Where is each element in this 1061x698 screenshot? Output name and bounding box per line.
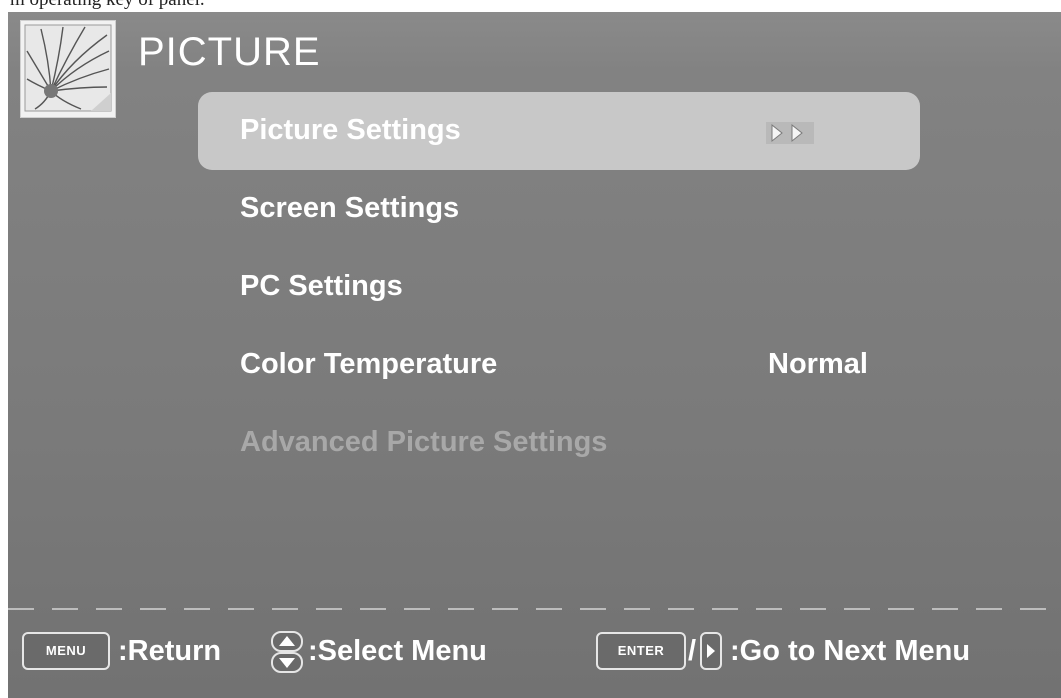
menu-item-screen-settings[interactable]: Screen Settings bbox=[198, 170, 920, 248]
select-menu-hint: :Select Menu bbox=[308, 635, 487, 667]
arrow-right-key-icon bbox=[700, 632, 722, 670]
flower-logo-icon bbox=[20, 20, 116, 118]
menu-item-label: Picture Settings bbox=[240, 114, 461, 146]
menu-item-picture-settings[interactable]: Picture Settings bbox=[198, 92, 920, 170]
next-menu-hint: :Go to Next Menu bbox=[730, 635, 971, 667]
tv-menu-screen: PICTURE Picture Settings Screen Settings… bbox=[8, 12, 1061, 698]
enter-key-badge: ENTER bbox=[596, 632, 686, 670]
menu-item-label: PC Settings bbox=[240, 270, 403, 302]
key-separator: / bbox=[688, 635, 697, 667]
menu-item-pc-settings[interactable]: PC Settings bbox=[198, 248, 920, 326]
help-bar: MENU :Return :Select Menu ENTER / :Go to… bbox=[8, 626, 1061, 682]
menu-item-label: Color Temperature bbox=[240, 348, 498, 380]
caption-strip: m operating key of panel. bbox=[0, 0, 1061, 12]
menu-list: Picture Settings Screen Settings PC Sett… bbox=[198, 92, 920, 482]
menu-item-color-temperature[interactable]: Color Temperature Normal bbox=[198, 326, 920, 404]
color-temperature-value: Normal bbox=[768, 348, 868, 380]
menu-item-label: Screen Settings bbox=[240, 192, 460, 224]
menu-key-badge: MENU bbox=[22, 632, 110, 670]
return-hint: :Return bbox=[118, 635, 222, 667]
up-down-icon bbox=[271, 631, 303, 673]
caption-text: m operating key of panel. bbox=[10, 0, 205, 11]
double-arrow-right-icon bbox=[766, 122, 814, 144]
menu-item-advanced-picture-settings: Advanced Picture Settings bbox=[198, 404, 920, 482]
divider-dashed bbox=[8, 608, 1061, 610]
menu-title: PICTURE bbox=[138, 30, 321, 74]
menu-item-label: Advanced Picture Settings bbox=[240, 426, 608, 458]
